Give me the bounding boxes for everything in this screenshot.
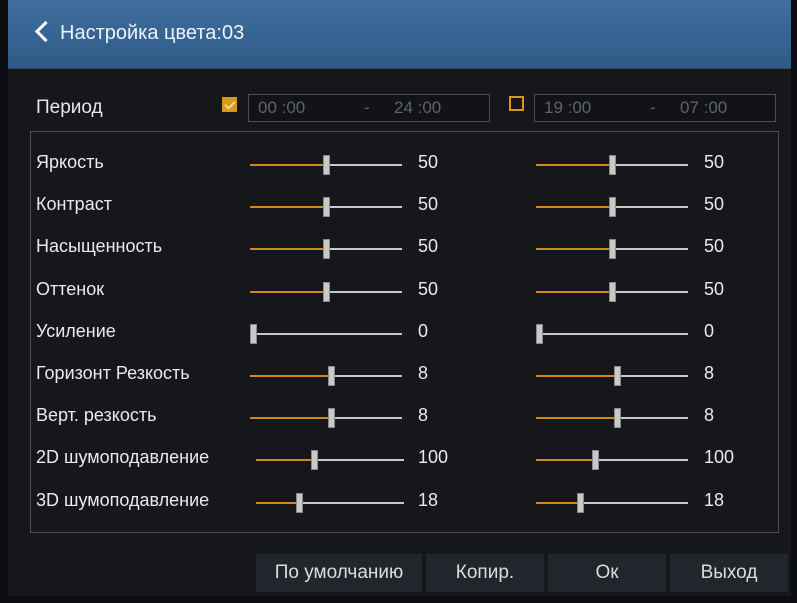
day-value: 50: [418, 279, 439, 299]
setting-label: 3D шумоподавление: [36, 490, 210, 510]
page-title: Настройка цвета:03: [60, 22, 245, 44]
night-slider-track[interactable]: [536, 282, 688, 302]
day-slider-fill: [250, 206, 326, 208]
night-value: 50: [704, 194, 725, 214]
night-period-checkbox[interactable]: [509, 96, 524, 111]
default-button[interactable]: По умолчанию: [256, 554, 422, 592]
night-slider-handle[interactable]: [609, 282, 616, 302]
night-slider-track[interactable]: [536, 450, 688, 470]
day-slider-fill: [250, 417, 331, 419]
night-value: 8: [704, 363, 715, 383]
night-slider-fill: [536, 502, 580, 504]
night-slider-track[interactable]: [536, 155, 688, 175]
night-slider-track[interactable]: [536, 197, 688, 217]
period-label: Период: [36, 97, 103, 118]
day-slider-track[interactable]: [250, 282, 402, 302]
setting-label: Усиление: [36, 321, 116, 341]
night-slider-handle[interactable]: [609, 155, 616, 175]
night-value: 8: [704, 405, 715, 425]
day-slider-handle[interactable]: [323, 239, 330, 259]
setting-label: Горизонт Резкость: [36, 363, 190, 383]
ok-button[interactable]: Ок: [548, 554, 666, 592]
day-value: 50: [418, 194, 439, 214]
night-slider-handle[interactable]: [592, 450, 599, 470]
night-time-separator: -: [650, 98, 656, 117]
day-slider-handle[interactable]: [250, 324, 257, 344]
day-slider-fill: [250, 164, 326, 166]
night-value: 50: [704, 152, 725, 172]
day-slider-handle[interactable]: [328, 366, 335, 386]
night-value: 18: [704, 490, 725, 510]
day-slider-handle[interactable]: [323, 282, 330, 302]
day-slider-track[interactable]: [250, 239, 402, 259]
day-value: 100: [418, 447, 449, 467]
day-value: 0: [418, 321, 429, 341]
day-end-time[interactable]: 24 :00: [394, 95, 441, 121]
color-settings-window: Настройка цвета:03 Период 00 :00 - 24 :0…: [8, 0, 791, 596]
night-value: 0: [704, 321, 715, 341]
night-value: 100: [704, 447, 735, 467]
copy-button[interactable]: Копир.: [426, 554, 544, 592]
settings-panel: [30, 131, 779, 533]
night-period-time-field[interactable]: 19 :00 - 07 :00: [534, 94, 776, 122]
night-slider-fill: [536, 375, 617, 377]
night-slider-handle[interactable]: [614, 366, 621, 386]
day-slider-track[interactable]: [250, 408, 402, 428]
day-start-time[interactable]: 00 :00: [258, 95, 305, 121]
night-slider-handle[interactable]: [609, 197, 616, 217]
night-slider-fill: [536, 459, 595, 461]
day-slider-handle[interactable]: [328, 408, 335, 428]
night-slider-handle[interactable]: [614, 408, 621, 428]
day-slider-fill: [256, 459, 314, 461]
night-slider-track[interactable]: [536, 408, 688, 428]
day-value: 8: [418, 363, 429, 383]
day-slider-track[interactable]: [250, 366, 402, 386]
night-slider-track[interactable]: [536, 239, 688, 259]
day-slider-handle[interactable]: [311, 450, 318, 470]
night-value: 50: [704, 236, 725, 256]
night-slider-handle[interactable]: [577, 493, 584, 513]
day-slider-track[interactable]: [256, 450, 404, 470]
night-slider-track[interactable]: [536, 493, 688, 513]
day-slider-fill: [250, 248, 326, 250]
night-slider-track[interactable]: [536, 324, 688, 344]
night-start-time[interactable]: 19 :00: [544, 95, 591, 121]
night-slider-handle[interactable]: [536, 324, 543, 344]
day-slider-track[interactable]: [250, 197, 402, 217]
night-slider-fill: [536, 248, 612, 250]
night-slider-track[interactable]: [536, 366, 688, 386]
day-slider-fill: [250, 375, 331, 377]
chevron-left-icon[interactable]: [34, 20, 57, 43]
night-value: 50: [704, 279, 725, 299]
setting-label: Оттенок: [36, 279, 105, 299]
day-period-time-field[interactable]: 00 :00 - 24 :00: [248, 94, 490, 122]
day-value: 50: [418, 152, 439, 172]
night-slider-fill: [536, 417, 617, 419]
exit-button[interactable]: Выход: [670, 554, 788, 592]
day-value: 50: [418, 236, 439, 256]
day-slider-handle[interactable]: [323, 197, 330, 217]
day-value: 8: [418, 405, 429, 425]
night-slider-fill: [536, 206, 612, 208]
day-slider-track[interactable]: [256, 493, 404, 513]
day-value: 18: [418, 490, 439, 510]
day-slider-track[interactable]: [250, 324, 402, 344]
day-period-checkbox[interactable]: [222, 97, 237, 112]
day-slider-handle[interactable]: [296, 493, 303, 513]
night-slider-handle[interactable]: [609, 239, 616, 259]
title-bar: Настройка цвета:03: [8, 0, 791, 69]
night-slider-fill: [536, 164, 612, 166]
night-end-time[interactable]: 07 :00: [680, 95, 727, 121]
day-slider-fill: [250, 291, 326, 293]
setting-label: 2D шумоподавление: [36, 447, 210, 467]
setting-label: Верт. резкость: [36, 405, 157, 425]
setting-label: Насыщенность: [36, 236, 163, 256]
setting-label: Контраст: [36, 194, 112, 214]
day-slider-fill: [256, 502, 299, 504]
day-slider-handle[interactable]: [323, 155, 330, 175]
day-time-separator: -: [364, 98, 370, 117]
setting-label: Яркость: [36, 152, 104, 172]
day-slider-track[interactable]: [250, 155, 402, 175]
night-slider-fill: [536, 291, 612, 293]
